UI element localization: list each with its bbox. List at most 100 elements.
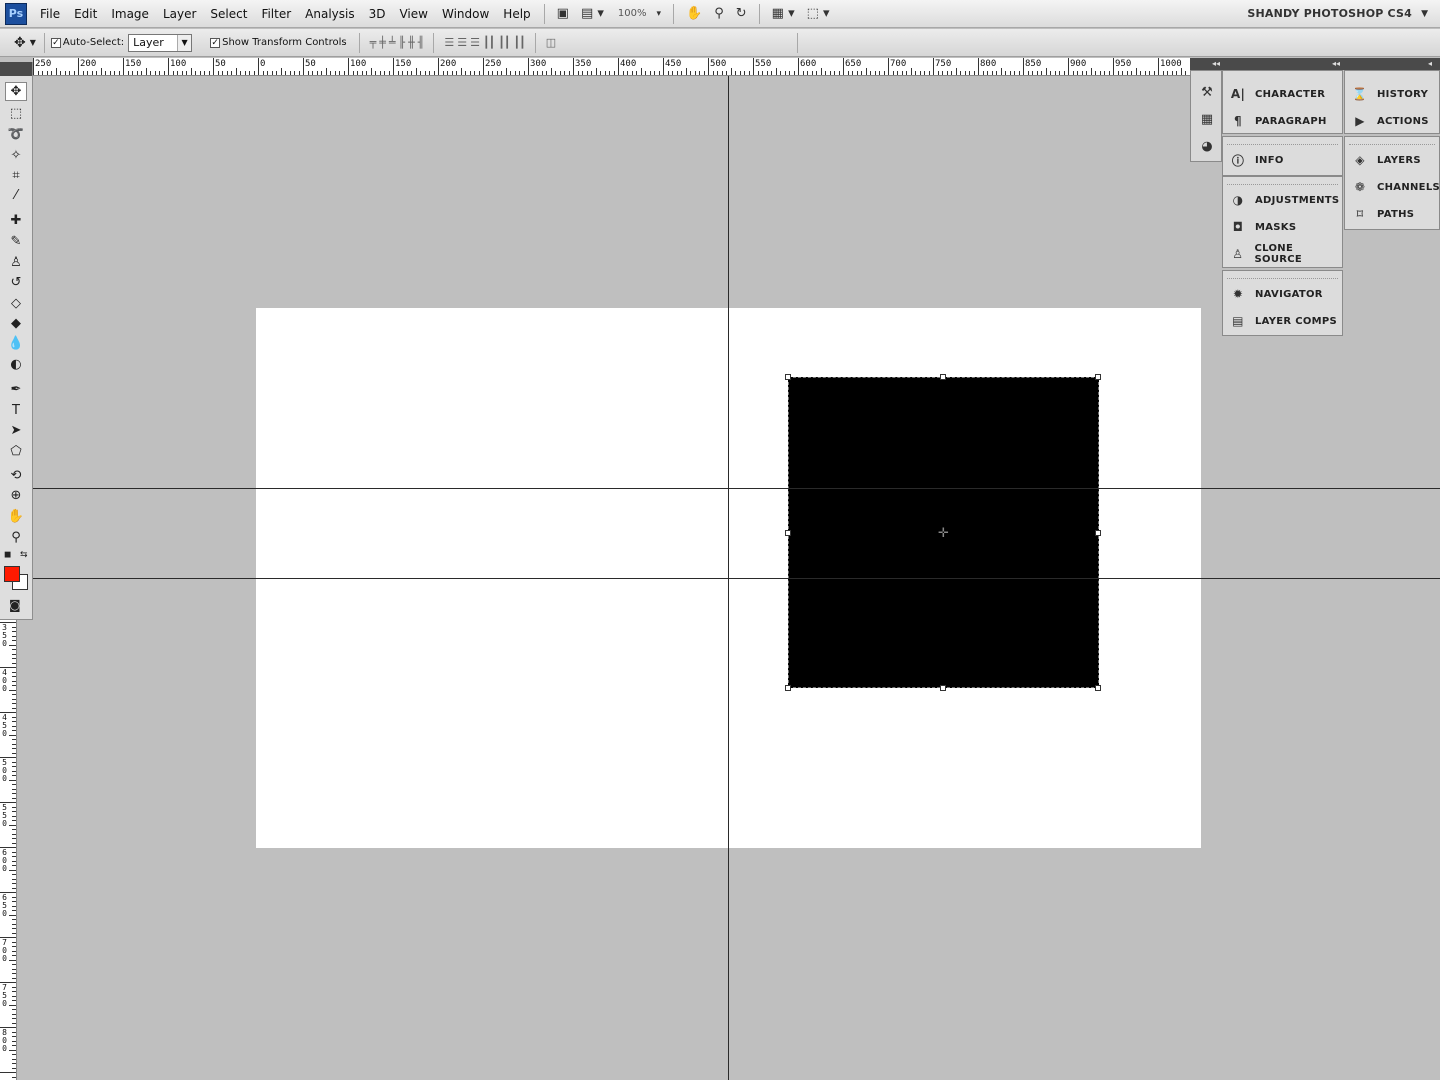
crop-tool-icon[interactable]: ⌗ xyxy=(5,166,27,185)
auto-select-checkbox[interactable]: ✓ xyxy=(50,37,61,48)
collapse-dock-icon[interactable]: ◂◂ xyxy=(1212,58,1220,70)
align-vertical-centers-icon[interactable]: ╪ xyxy=(377,36,387,49)
default-colors-icon[interactable]: ◼ xyxy=(4,550,11,560)
pen-tool-icon[interactable]: ✒ xyxy=(5,380,27,399)
auto-align-layers-icon[interactable]: ◫ xyxy=(544,36,557,49)
swatches-icon[interactable]: ▦ xyxy=(1198,110,1216,128)
menu-view[interactable]: View xyxy=(392,0,434,28)
dodge-tool-icon[interactable]: ◐ xyxy=(5,355,27,374)
move-tool-preset-icon[interactable]: ✥ xyxy=(0,35,26,51)
hand-tool-icon[interactable]: ✋ xyxy=(680,6,708,21)
move-tool-icon[interactable]: ✥ xyxy=(5,82,27,101)
panel-button-masks[interactable]: ◘ MASKS xyxy=(1229,216,1296,238)
panel-button-actions[interactable]: ▶ ACTIONS xyxy=(1351,110,1429,132)
transform-handle-top-left[interactable] xyxy=(785,374,791,380)
align-horizontal-centers-icon[interactable]: ╫ xyxy=(406,36,416,49)
menu-layer[interactable]: Layer xyxy=(156,0,203,28)
panel-group-grip[interactable] xyxy=(1227,274,1338,279)
panel-dock-header[interactable] xyxy=(1190,58,1440,70)
path-selection-tool-icon[interactable]: ➤ xyxy=(5,421,27,440)
view-extras-icon[interactable]: ▤ ▾ xyxy=(575,6,610,21)
panel-group-grip[interactable] xyxy=(1349,140,1435,145)
menu-analysis[interactable]: Analysis xyxy=(298,0,361,28)
auto-select-target-select[interactable]: Layer ▼ xyxy=(128,33,193,52)
clone-stamp-tool-icon[interactable]: ♙ xyxy=(5,253,27,272)
eraser-tool-icon[interactable]: ◇ xyxy=(5,294,27,313)
show-transform-controls-checkbox[interactable]: ✓ xyxy=(210,37,221,48)
vertical-guide[interactable] xyxy=(728,76,729,1080)
screen-mode-icon[interactable]: ⬚ ▾ xyxy=(801,6,836,21)
lasso-tool-icon[interactable]: ➰ xyxy=(5,125,27,144)
blur-tool-icon[interactable]: 💧 xyxy=(5,334,27,353)
paint-bucket-tool-icon[interactable]: ◆ xyxy=(5,314,27,333)
eyedropper-tool-icon[interactable]: ⁄ xyxy=(5,186,27,205)
foreground-color-swatch[interactable] xyxy=(4,566,20,582)
menu-window[interactable]: Window xyxy=(435,0,496,28)
horizontal-ruler[interactable]: 250 200 150 100 50 0 50 100 150 200 250 300 350 400 45… xyxy=(33,58,1190,76)
history-brush-tool-icon[interactable]: ↺ xyxy=(5,273,27,292)
transform-handle-top[interactable] xyxy=(940,374,946,380)
zoom-tool-icon[interactable]: ⚲ xyxy=(5,528,27,547)
distribute-horizontal-centers-icon[interactable]: ┃┃ xyxy=(496,36,511,49)
menu-edit[interactable]: Edit xyxy=(67,0,104,28)
swap-colors-icon[interactable]: ⇆ xyxy=(20,550,28,560)
distribute-vertical-centers-icon[interactable]: ☰ xyxy=(455,36,468,49)
transform-handle-bottom-left[interactable] xyxy=(785,685,791,691)
align-bottom-edges-icon[interactable]: ╧ xyxy=(387,36,397,49)
transform-reference-point-icon[interactable]: ✛ xyxy=(937,527,950,540)
3d-orbit-tool-icon[interactable]: ⊕ xyxy=(5,486,27,505)
align-right-edges-icon[interactable]: ╢ xyxy=(416,36,426,49)
panel-group-grip[interactable] xyxy=(1227,140,1338,145)
quick-mask-icon[interactable]: ◙ xyxy=(9,598,21,612)
panel-button-character[interactable]: A| CHARACTER xyxy=(1229,83,1325,105)
distribute-bottom-edges-icon[interactable]: ☰ xyxy=(468,36,481,49)
transform-handle-top-right[interactable] xyxy=(1095,374,1101,380)
bridge-icon[interactable]: ▣ xyxy=(551,6,575,21)
panel-button-info[interactable]: ⓘ INFO xyxy=(1229,149,1284,171)
workspace-dropdown-icon[interactable]: ▼ xyxy=(1421,0,1428,28)
tools-panel-header[interactable] xyxy=(0,62,32,76)
transform-handle-right[interactable] xyxy=(1095,530,1101,536)
menu-3d[interactable]: 3D xyxy=(362,0,393,28)
tool-preset-dropdown-icon[interactable]: ▼ xyxy=(26,38,44,47)
panel-button-channels[interactable]: ❁ CHANNELS xyxy=(1351,176,1440,198)
panel-button-paths[interactable]: ⌑ PATHS xyxy=(1351,203,1414,225)
collapse-dock-icon[interactable]: ◂◂ xyxy=(1332,58,1340,70)
collapse-dock-icon[interactable]: ◂ xyxy=(1428,58,1432,70)
align-left-edges-icon[interactable]: ╟ xyxy=(396,36,406,49)
styles-icon[interactable]: ◕ xyxy=(1198,137,1216,155)
panel-button-adjustments[interactable]: ◑ ADJUSTMENTS xyxy=(1229,189,1339,211)
horizontal-guide[interactable] xyxy=(33,578,1440,579)
align-top-edges-icon[interactable]: ╤ xyxy=(368,36,378,49)
distribute-left-edges-icon[interactable]: ┃┃ xyxy=(481,36,496,49)
type-tool-icon[interactable]: T xyxy=(5,401,27,420)
distribute-top-edges-icon[interactable]: ☰ xyxy=(442,36,455,49)
menu-select[interactable]: Select xyxy=(203,0,254,28)
transform-handle-bottom[interactable] xyxy=(940,685,946,691)
healing-brush-tool-icon[interactable]: ✚ xyxy=(5,211,27,230)
panel-button-layers[interactable]: ◈ LAYERS xyxy=(1351,149,1421,171)
zoom-level[interactable]: 100% xyxy=(610,8,651,19)
panel-button-clone-source[interactable]: ♙ CLONE SOURCE xyxy=(1229,243,1342,265)
chevron-down-icon[interactable]: ▼ xyxy=(177,34,192,51)
distribute-right-edges-icon[interactable]: ┃┃ xyxy=(511,36,526,49)
magic-wand-tool-icon[interactable]: ✧ xyxy=(5,146,27,165)
menu-image[interactable]: Image xyxy=(104,0,156,28)
panel-button-history[interactable]: ⌛ HISTORY xyxy=(1351,83,1428,105)
arrange-documents-icon[interactable]: ▦ ▾ xyxy=(766,6,801,21)
menu-filter[interactable]: Filter xyxy=(254,0,298,28)
marquee-tool-icon[interactable]: ⬚ xyxy=(5,104,27,123)
brush-tool-icon[interactable]: ✎ xyxy=(5,232,27,251)
3d-rotate-tool-icon[interactable]: ⟲ xyxy=(5,466,27,485)
transform-handle-bottom-right[interactable] xyxy=(1095,685,1101,691)
panel-group-grip[interactable] xyxy=(1227,180,1338,185)
zoom-dropdown-icon[interactable]: ▾ xyxy=(651,9,668,19)
rotate-view-icon[interactable]: ↻ xyxy=(730,6,753,21)
panel-button-paragraph[interactable]: ¶ PARAGRAPH xyxy=(1229,110,1327,132)
zoom-tool-icon[interactable]: ⚲ xyxy=(708,6,730,21)
hand-tool-icon[interactable]: ✋ xyxy=(5,507,27,526)
shape-tool-icon[interactable]: ⬠ xyxy=(5,442,27,461)
menu-help[interactable]: Help xyxy=(496,0,537,28)
menu-file[interactable]: File xyxy=(33,0,67,28)
tool-presets-icon[interactable]: ⚒ xyxy=(1198,83,1216,101)
